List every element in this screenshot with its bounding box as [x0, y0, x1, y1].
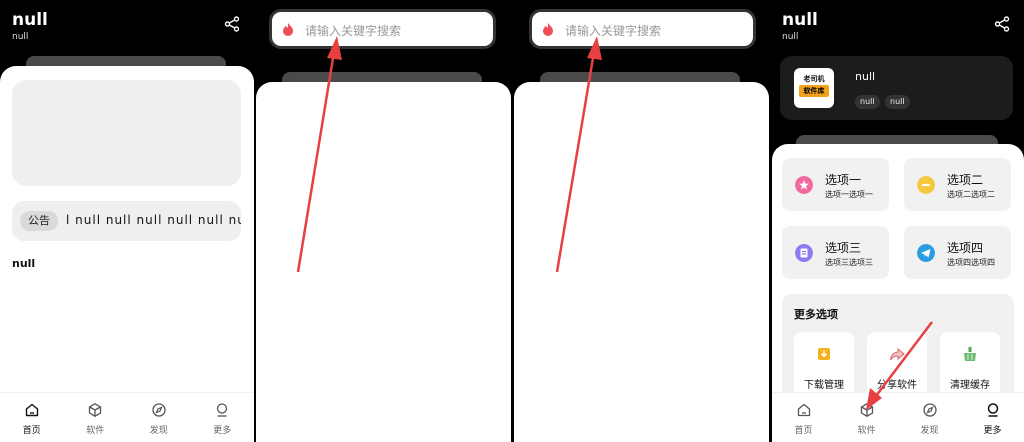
- banner-placeholder[interactable]: [12, 80, 241, 186]
- share-icon[interactable]: [994, 16, 1010, 32]
- user-badge: null: [855, 95, 880, 109]
- option-title: 选项二: [947, 173, 984, 187]
- bottom-tab-bar: 首页 软件 发现 更多: [0, 392, 254, 442]
- home-icon: [797, 403, 810, 417]
- option-subtitle: 选项一选项一: [825, 190, 873, 199]
- app-logo: 老司机 软件库: [794, 68, 834, 108]
- tab-software[interactable]: 软件: [835, 393, 898, 442]
- search-box[interactable]: 请输入关键字搜索: [529, 9, 756, 49]
- tab-label: 首页: [22, 426, 41, 436]
- tab-label: 软件: [86, 426, 105, 436]
- option-title: 选项一: [825, 173, 862, 187]
- tab-home[interactable]: 首页: [772, 393, 835, 442]
- content-sheet: 公告 l null null null null null null n nul…: [0, 66, 254, 442]
- option-card-3[interactable]: 选项三 选项三选项三: [782, 226, 889, 279]
- compass-icon: [922, 403, 937, 417]
- telegram-icon: [917, 244, 935, 262]
- content-sheet: [514, 82, 769, 442]
- option-title: 选项四: [947, 241, 984, 255]
- broom-icon: [964, 347, 976, 361]
- option-card-1[interactable]: 选项一 选项一选项一: [782, 158, 889, 211]
- notice-tag: 公告: [20, 211, 58, 231]
- bottom-tab-bar: 首页 软件 发现 更多: [772, 392, 1024, 442]
- search-placeholder: 请输入关键字搜索: [305, 24, 402, 38]
- option-card-4[interactable]: 选项四 选项四选项四: [904, 226, 1011, 279]
- tab-label: 更多: [213, 426, 232, 436]
- user-card[interactable]: 老司机 软件库 null null null: [780, 56, 1013, 120]
- download-icon: [818, 348, 830, 360]
- star-icon: [795, 176, 813, 194]
- flame-icon: [283, 23, 293, 36]
- smile-icon: [917, 176, 935, 194]
- notice-bar[interactable]: 公告 l null null null null null null n: [12, 201, 241, 241]
- user-badge: null: [885, 95, 910, 109]
- tile-label: 下载管理: [804, 380, 844, 391]
- more-options-section: 更多选项 下载管理 分享软件 清理缓存: [782, 294, 1014, 404]
- tab-discover[interactable]: 发现: [898, 393, 961, 442]
- search-box[interactable]: 请输入关键字搜索: [269, 9, 496, 49]
- compass-icon: [152, 403, 166, 417]
- option-subtitle: 选项二选项二: [947, 190, 995, 199]
- cube-icon: [89, 403, 102, 417]
- tile-label: 分享软件: [877, 380, 917, 391]
- option-card-2[interactable]: 选项二 选项二选项二: [904, 158, 1011, 211]
- notice-text: l null null null null null null n: [66, 213, 241, 227]
- more-options-title: 更多选项: [794, 308, 838, 321]
- share-icon[interactable]: [224, 16, 240, 32]
- tab-software[interactable]: 软件: [64, 393, 128, 442]
- tab-label: 发现: [920, 426, 939, 436]
- user-name: null: [855, 70, 876, 83]
- home-screen: null null 公告 l null null null null null …: [0, 0, 254, 442]
- app-subtitle: null: [782, 32, 799, 42]
- search-placeholder: 请输入关键字搜索: [565, 24, 662, 38]
- search-screen-2: 请输入关键字搜索: [514, 0, 769, 442]
- option-subtitle: 选项四选项四: [947, 258, 995, 267]
- section-title: null: [12, 257, 36, 270]
- logo-text-top: 老司机: [803, 75, 825, 83]
- cube-icon: [860, 403, 873, 417]
- tab-more[interactable]: 更多: [191, 393, 255, 442]
- tab-label: 发现: [149, 426, 168, 436]
- tab-more[interactable]: 更多: [961, 393, 1024, 442]
- home-icon: [25, 403, 38, 417]
- logo-text-bottom: 软件库: [799, 85, 829, 97]
- flame-icon: [543, 23, 553, 36]
- search-screen-1: 请输入关键字搜索: [256, 0, 511, 442]
- app-subtitle: null: [12, 32, 29, 42]
- option-title: 选项三: [825, 241, 862, 255]
- tile-label: 清理缓存: [950, 380, 990, 391]
- content-sheet: [256, 82, 511, 442]
- more-screen: null null 老司机 软件库 null null null 选项一 选项一…: [772, 0, 1024, 442]
- tab-label: 首页: [794, 426, 813, 436]
- person-icon: [217, 403, 228, 417]
- person-icon: [987, 403, 998, 417]
- tab-label: 软件: [857, 426, 876, 436]
- tab-home[interactable]: 首页: [0, 393, 64, 442]
- app-title: null: [782, 10, 818, 30]
- screenshot-collage: null null 公告 l null null null null null …: [0, 0, 1024, 442]
- document-icon: [795, 244, 813, 262]
- app-title: null: [12, 10, 48, 30]
- option-subtitle: 选项三选项三: [825, 258, 873, 267]
- share-arrow-icon: [890, 347, 905, 361]
- tab-discover[interactable]: 发现: [127, 393, 191, 442]
- tab-label: 更多: [983, 426, 1002, 436]
